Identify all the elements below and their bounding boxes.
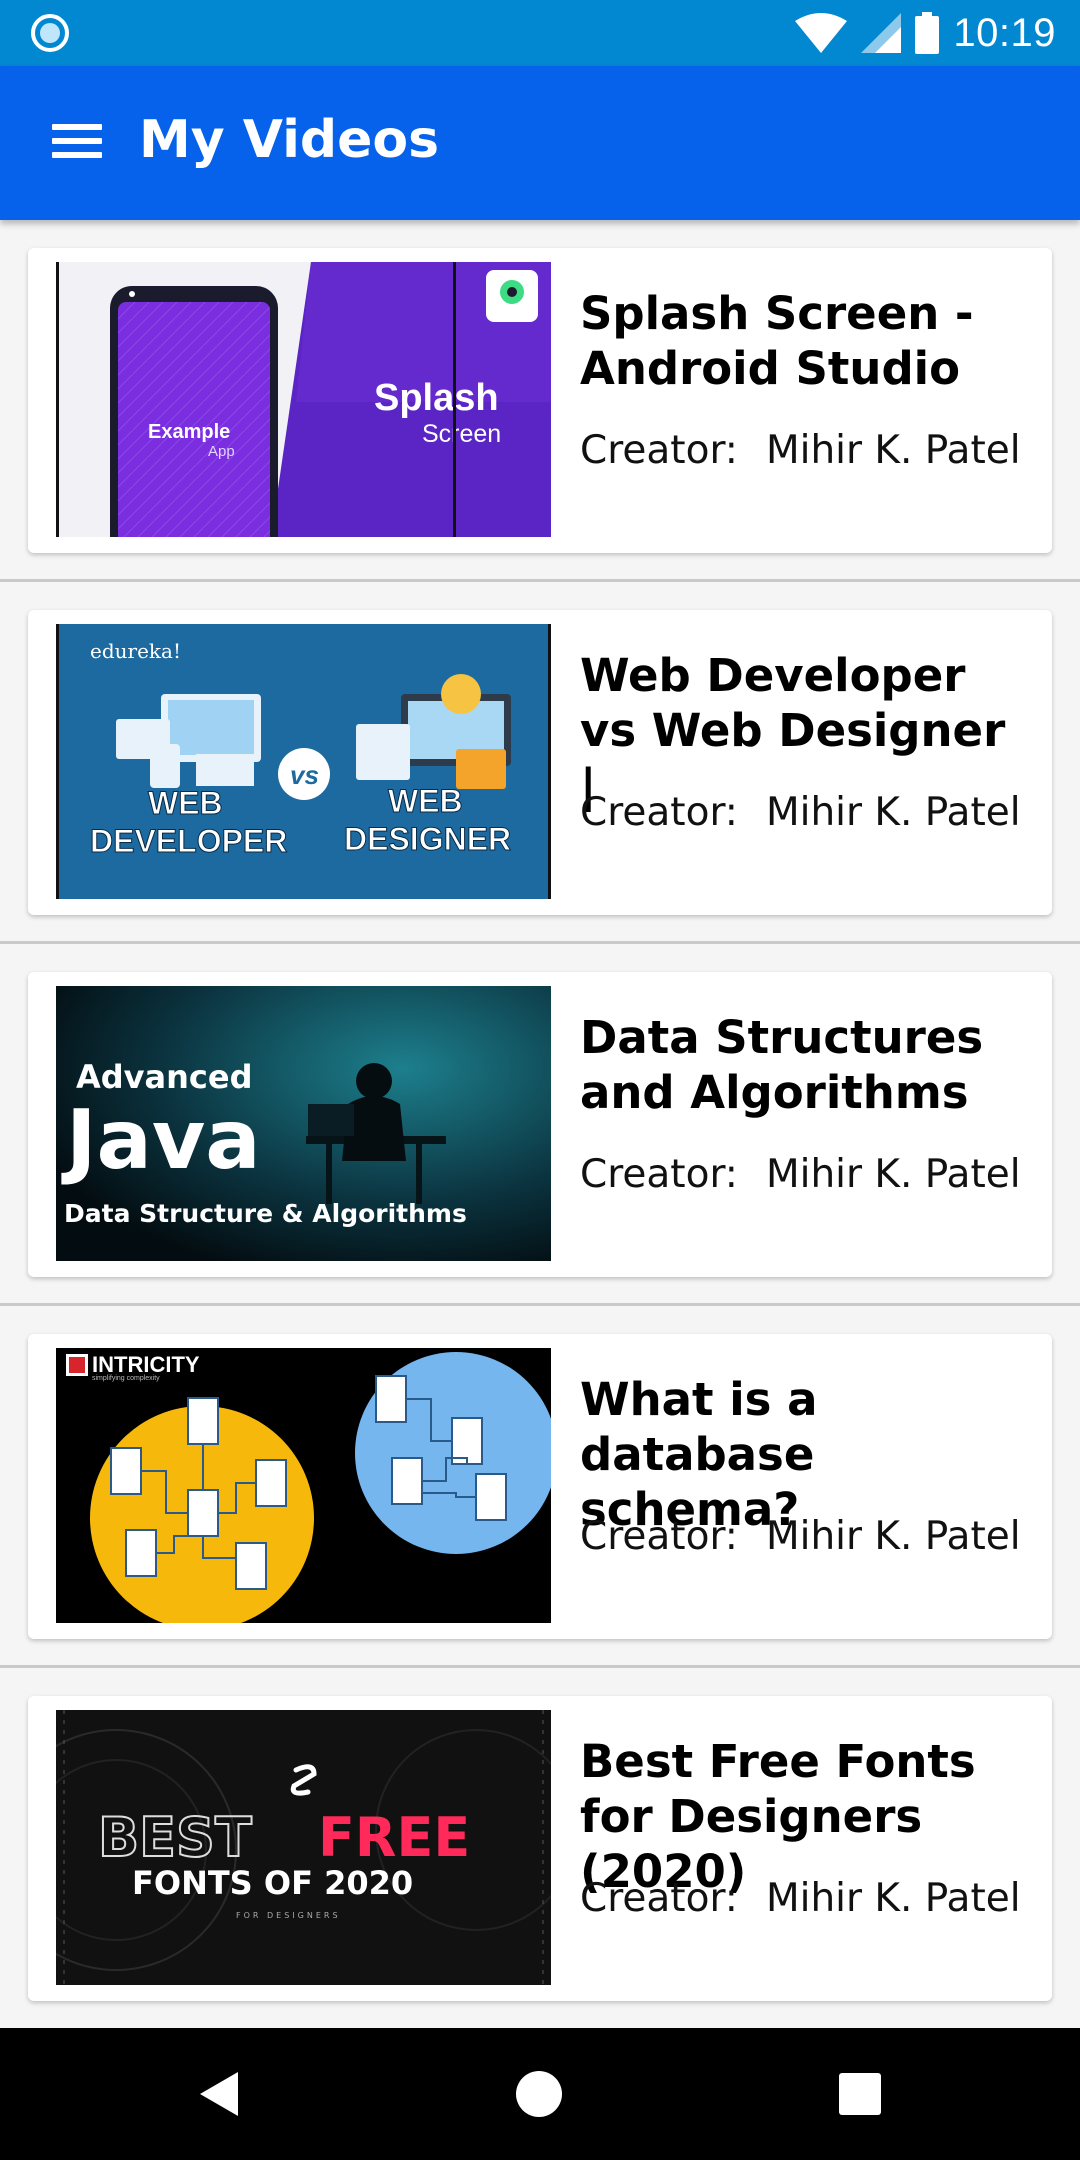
thumb-text: FREE <box>318 1806 470 1869</box>
video-title: Splash Screen - Android Studio <box>580 287 974 395</box>
thumb-text: Advanced <box>76 1058 252 1096</box>
video-title: What is a database schema? <box>580 1373 818 1536</box>
creator-name: Mihir K. Patel <box>765 1876 1021 1921</box>
creator-name: Mihir K. Patel <box>765 428 1021 473</box>
page-title: My Videos <box>139 110 440 170</box>
thumb-text: Example <box>148 421 230 443</box>
creator-line: Creator: Mihir K. Patel <box>580 1514 1021 1559</box>
recents-square-icon[interactable] <box>830 2064 890 2124</box>
creator-label: Creator: <box>580 428 738 473</box>
video-thumbnail[interactable]: INTRICITY simplifying complexity <box>56 1348 551 1623</box>
video-card[interactable]: Example App Splash Screen Splash Screen … <box>28 248 1052 553</box>
wifi-icon <box>795 13 848 53</box>
thumb-text: DESIGNER <box>344 821 511 857</box>
video-thumbnail[interactable]: BEST FREE FONTS OF 2020 FOR DESIGNERS <box>56 1710 551 1985</box>
creator-name: Mihir K. Patel <box>765 1152 1021 1197</box>
list-item: INTRICITY simplifying complexity What is… <box>0 1306 1080 1668</box>
notification-dot-icon <box>31 14 69 52</box>
signal-icon <box>861 13 902 53</box>
thumb-text: simplifying complexity <box>92 1375 160 1382</box>
video-list: Example App Splash Screen Splash Screen … <box>0 220 1080 2024</box>
creator-label: Creator: <box>580 790 738 835</box>
list-item: Example App Splash Screen Splash Screen … <box>0 220 1080 582</box>
navigation-bar <box>0 2028 1080 2160</box>
creator-line: Creator: Mihir K. Patel <box>580 428 1021 473</box>
status-bar: 10:19 <box>0 0 1080 66</box>
app-bar: My Videos <box>0 66 1080 220</box>
thumb-text: FONTS OF 2020 <box>132 1864 413 1902</box>
creator-line: Creator: Mihir K. Patel <box>580 1152 1021 1197</box>
creator-line: Creator: Mihir K. Patel <box>580 790 1021 835</box>
thumb-text: WEB <box>148 785 223 821</box>
video-thumbnail[interactable]: edureka! vs WEB DEVELOPER WEB DESIGNER <box>56 624 551 899</box>
status-time: 10:19 <box>953 10 1056 55</box>
thumb-text: Screen <box>422 420 501 448</box>
list-item: Advanced Java Data Structure & Algorithm… <box>0 944 1080 1306</box>
video-card[interactable]: BEST FREE FONTS OF 2020 FOR DESIGNERS Be… <box>28 1696 1052 2001</box>
thumb-text: edureka! <box>90 639 181 663</box>
creator-label: Creator: <box>580 1876 738 1921</box>
video-title: Web Developer vs Web Designer | <box>580 649 1006 812</box>
thumb-text: Data Structure & Algorithms <box>64 1199 467 1228</box>
thumb-text: Splash <box>374 377 499 419</box>
home-circle-icon[interactable] <box>509 2064 569 2124</box>
thumb-text: vs <box>290 760 319 790</box>
creator-label: Creator: <box>580 1514 738 1559</box>
video-title: Best Free Fonts for Designers (2020) <box>580 1735 976 1898</box>
creator-label: Creator: <box>580 1152 738 1197</box>
list-item: edureka! vs WEB DEVELOPER WEB DESIGNER W… <box>0 582 1080 944</box>
video-thumbnail[interactable]: Example App Splash Screen <box>56 262 551 537</box>
list-item: BEST FREE FONTS OF 2020 FOR DESIGNERS Be… <box>0 1668 1080 2024</box>
thumb-text: INTRICITY <box>92 1352 200 1377</box>
thumb-text: App <box>208 443 235 460</box>
thumb-text: WEB <box>388 783 463 819</box>
battery-icon <box>915 12 940 54</box>
thumb-text: Java <box>61 1093 261 1188</box>
video-card[interactable]: edureka! vs WEB DEVELOPER WEB DESIGNER W… <box>28 610 1052 915</box>
creator-line: Creator: Mihir K. Patel <box>580 1876 1021 1921</box>
video-thumbnail[interactable]: Advanced Java Data Structure & Algorithm… <box>56 986 551 1261</box>
thumb-text: FOR DESIGNERS <box>236 1911 341 1920</box>
creator-name: Mihir K. Patel <box>765 1514 1021 1559</box>
hamburger-menu-icon[interactable] <box>44 114 110 170</box>
back-triangle-icon[interactable] <box>190 2064 250 2124</box>
creator-name: Mihir K. Patel <box>765 790 1021 835</box>
video-card[interactable]: INTRICITY simplifying complexity What is… <box>28 1334 1052 1639</box>
thumb-text: BEST <box>98 1806 252 1869</box>
thumb-text: DEVELOPER <box>90 823 287 859</box>
video-title: Data Structures and Algorithms <box>580 1011 984 1119</box>
video-card[interactable]: Advanced Java Data Structure & Algorithm… <box>28 972 1052 1277</box>
